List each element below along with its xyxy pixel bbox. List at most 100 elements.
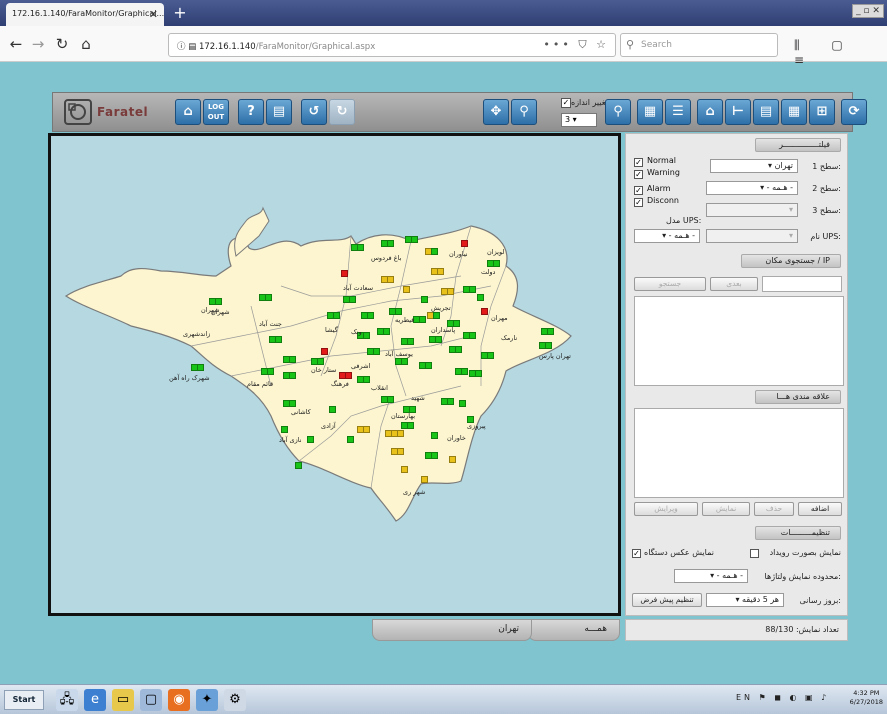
search-next-button[interactable]: بعدی: [710, 277, 758, 291]
level3-select[interactable]: ▾: [706, 203, 798, 217]
ups-name-select[interactable]: ▾: [706, 229, 798, 243]
table-button[interactable]: ▤: [753, 99, 779, 125]
clock[interactable]: 4:32 PM 6/27/2018: [850, 689, 883, 707]
status-marker-green[interactable]: [197, 364, 204, 371]
status-marker-green[interactable]: [387, 396, 394, 403]
report-button[interactable]: ▤: [266, 99, 292, 125]
status-marker-green[interactable]: [407, 422, 414, 429]
tiles-button[interactable]: ▦: [781, 99, 807, 125]
grid-view-button[interactable]: ▦: [637, 99, 663, 125]
undo-button[interactable]: ↺: [301, 99, 327, 125]
status-marker-green[interactable]: [357, 244, 364, 251]
url-bar[interactable]: ⓘ ▤ 172.16.1.140/FaraMonitor/Graphical.a…: [168, 33, 616, 57]
library-sidebar-menu-icons[interactable]: ⫼ ▢ ≡: [794, 38, 887, 67]
search-input[interactable]: ⚲ Search: [620, 33, 778, 57]
disconn-checkbox[interactable]: ✓: [634, 198, 643, 207]
status-marker-green[interactable]: [431, 452, 438, 459]
warning-checkbox[interactable]: ✓: [634, 170, 643, 179]
status-marker-green[interactable]: [387, 240, 394, 247]
status-marker-green[interactable]: [329, 406, 336, 413]
status-marker-green[interactable]: [477, 294, 484, 301]
status-marker-yellow[interactable]: [401, 466, 408, 473]
normal-checkbox[interactable]: ✓: [634, 158, 643, 167]
explorer-icon[interactable]: e: [84, 689, 106, 711]
fit-screen-button[interactable]: ✥: [483, 99, 509, 125]
list-view-button[interactable]: ☰: [665, 99, 691, 125]
reload-icon[interactable]: ↻: [52, 34, 72, 54]
status-marker-yellow[interactable]: [363, 426, 370, 433]
start-button[interactable]: Start: [4, 690, 44, 710]
tree-button[interactable]: ⊢: [725, 99, 751, 125]
refresh-button[interactable]: ⟳: [841, 99, 867, 125]
info-icon[interactable]: ⓘ ▤: [177, 42, 199, 52]
language-indicator[interactable]: EN: [736, 693, 753, 702]
redo-button[interactable]: ↻: [329, 99, 355, 125]
status-marker-green[interactable]: [455, 346, 462, 353]
status-marker-yellow[interactable]: [397, 430, 404, 437]
show-photo-checkbox[interactable]: ✓: [632, 549, 641, 558]
search-button[interactable]: جستجو: [634, 277, 706, 291]
status-marker-green[interactable]: [421, 296, 428, 303]
level2-select[interactable]: ▾ - هـمه -: [706, 181, 798, 195]
alarm-checkbox[interactable]: ✓: [634, 186, 643, 195]
status-marker-yellow[interactable]: [437, 268, 444, 275]
zoom-out-button[interactable]: ⚲: [511, 99, 537, 125]
add-favorite-button[interactable]: اضافه: [798, 502, 842, 516]
status-marker-green[interactable]: [545, 342, 552, 349]
ups-model-select[interactable]: ▾ - هـمه -: [634, 229, 700, 243]
status-marker-green[interactable]: [333, 312, 340, 319]
status-marker-green[interactable]: [295, 462, 302, 469]
status-marker-green[interactable]: [267, 368, 274, 375]
status-marker-red[interactable]: [321, 348, 328, 355]
status-marker-green[interactable]: [363, 332, 370, 339]
status-marker-green[interactable]: [459, 400, 466, 407]
voltage-range-select[interactable]: ▾ - هـمه -: [674, 569, 748, 583]
status-marker-green[interactable]: [289, 372, 296, 379]
status-marker-green[interactable]: [383, 328, 390, 335]
favorite-show-button[interactable]: نمایش: [702, 502, 750, 516]
window-controls[interactable]: _ ▫ ✕: [852, 4, 884, 18]
split-button[interactable]: ⊞: [809, 99, 835, 125]
status-marker-green[interactable]: [425, 362, 432, 369]
favorite-edit-button[interactable]: ویرایش: [634, 502, 698, 516]
window-icon[interactable]: ▢: [140, 689, 162, 711]
browser-tab[interactable]: 172.16.1.140/FaraMonitor/Graphical... ✕: [6, 3, 164, 26]
tehran-map[interactable]: شهران جنت آباد زاندشهری شهرک راه آهن قائم مق…: [48, 133, 621, 616]
default-settings-button[interactable]: تنظیم پیش فرض: [632, 593, 702, 607]
status-marker-green[interactable]: [363, 376, 370, 383]
refresh-select[interactable]: ▾ هر 5 دقیقه: [706, 593, 784, 607]
status-marker-red[interactable]: [341, 270, 348, 277]
status-marker-green[interactable]: [281, 426, 288, 433]
status-marker-yellow[interactable]: [397, 448, 404, 455]
status-marker-green[interactable]: [431, 432, 438, 439]
folder-icon[interactable]: ▭: [112, 689, 134, 711]
back-arrow-icon[interactable]: ←: [6, 34, 26, 54]
status-marker-green[interactable]: [433, 312, 440, 319]
status-marker-green[interactable]: [317, 358, 324, 365]
status-marker-green[interactable]: [447, 398, 454, 405]
status-marker-green[interactable]: [469, 332, 476, 339]
status-marker-yellow[interactable]: [403, 286, 410, 293]
status-marker-green[interactable]: [373, 348, 380, 355]
favorites-list[interactable]: [634, 408, 844, 498]
home-button[interactable]: ⌂: [175, 99, 201, 125]
page-actions-icon[interactable]: ••• ⛉ ☆: [543, 38, 609, 52]
status-marker-green[interactable]: [215, 298, 222, 305]
favorite-delete-button[interactable]: حذف: [754, 502, 794, 516]
search-results-list[interactable]: [634, 296, 844, 386]
status-marker-green[interactable]: [395, 308, 402, 315]
status-marker-yellow[interactable]: [387, 276, 394, 283]
logout-button[interactable]: LOG OUT: [203, 99, 229, 125]
status-marker-green[interactable]: [411, 236, 418, 243]
network-icon[interactable]: 🖧: [56, 689, 78, 711]
show-event-checkbox[interactable]: [750, 549, 759, 558]
help-button[interactable]: ?: [238, 99, 264, 125]
status-marker-green[interactable]: [289, 400, 296, 407]
status-marker-green[interactable]: [265, 294, 272, 301]
tray-icons[interactable]: ⚑ ◼ ◐ ▣ ♪: [759, 693, 830, 702]
status-marker-green[interactable]: [349, 296, 356, 303]
status-marker-green[interactable]: [435, 336, 442, 343]
level1-select[interactable]: ▾ تهران: [710, 159, 798, 173]
status-marker-green[interactable]: [289, 356, 296, 363]
status-marker-green[interactable]: [461, 368, 468, 375]
